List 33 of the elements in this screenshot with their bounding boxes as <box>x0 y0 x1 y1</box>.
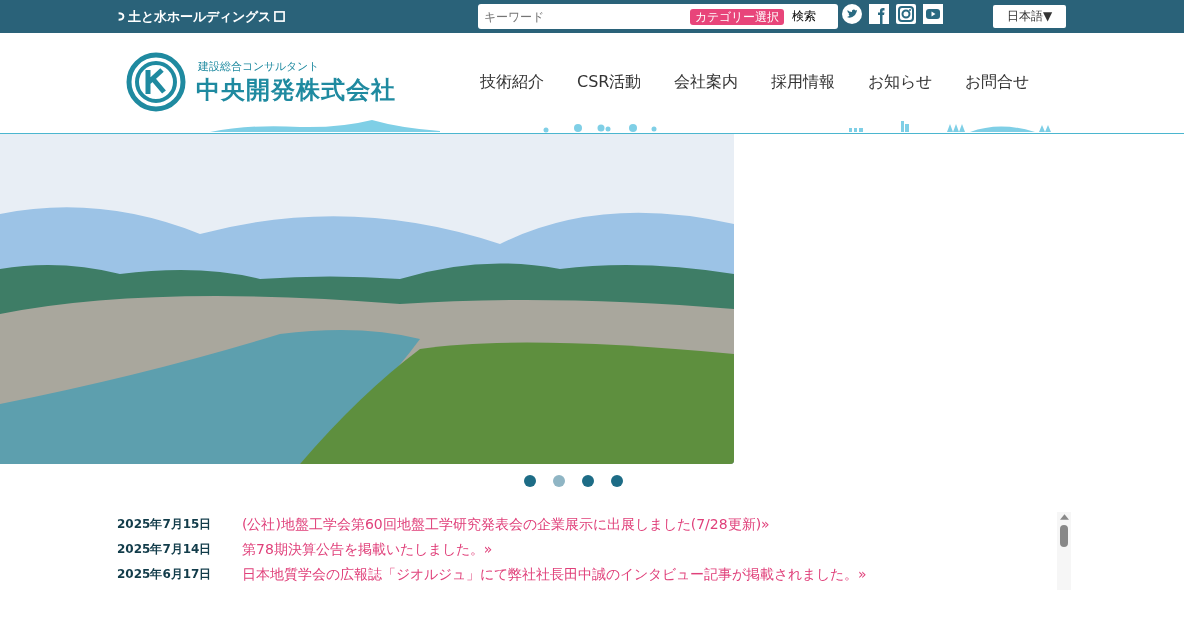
logo-tagline: 建設総合コンサルタント <box>197 58 320 74</box>
youtube-icon[interactable] <box>923 3 943 24</box>
scrollbar[interactable] <box>1057 512 1071 590</box>
nav-link[interactable]: CSR活動 <box>577 71 642 93</box>
holdings-link-text[interactable]: 土と水ホールディングス <box>128 7 271 26</box>
search-button[interactable]: 検索 <box>784 8 824 25</box>
nav-link[interactable]: 技術紹介 <box>480 71 544 93</box>
nav-link[interactable]: 採用情報 <box>771 71 836 93</box>
nav-link[interactable]: お問合せ <box>965 71 1030 93</box>
carousel-dot[interactable] <box>611 475 623 487</box>
twitter-icon[interactable] <box>842 3 862 24</box>
news-link[interactable]: 日本地質学会の広報誌「ジオルジュ」にて弊社社長田中誠のインタビュー記事が掲載されました。» <box>242 565 867 584</box>
nav-link[interactable]: お知らせ <box>868 71 933 93</box>
search-field[interactable]: キーワード カテゴリー選択 検索 <box>478 4 838 29</box>
news-date: 2025年6月17日 <box>117 566 213 583</box>
instagram-icon[interactable] <box>896 3 916 24</box>
category-button[interactable]: カテゴリー選択 <box>690 8 784 25</box>
news-date: 2025年7月14日 <box>117 541 213 558</box>
carousel-dot[interactable] <box>582 475 594 487</box>
holdings-link[interactable]: 土と水ホールディングス <box>117 7 478 26</box>
company-name: 中央開発株式会社 <box>196 74 396 106</box>
news-link[interactable]: 第78期決算公告を掲載いたしました。» <box>242 540 493 559</box>
news-link[interactable]: (公社)地盤工学会第60回地盤工学研究発表会の企業展示に出展しました(7/28更新)» <box>242 515 770 534</box>
nav-link[interactable]: 会社案内 <box>674 71 739 93</box>
news-date: 2025年7月15日 <box>117 516 213 533</box>
facebook-icon[interactable] <box>869 3 889 24</box>
scroll-up-icon[interactable] <box>1059 514 1069 520</box>
carousel-dot[interactable] <box>553 475 565 487</box>
external-window-icon <box>274 11 285 22</box>
logo-emblem-icon <box>126 52 186 112</box>
carousel-dot[interactable] <box>524 475 536 487</box>
language-select[interactable]: 日本語▼ <box>993 5 1066 28</box>
scrollbar-thumb[interactable] <box>1060 525 1068 547</box>
